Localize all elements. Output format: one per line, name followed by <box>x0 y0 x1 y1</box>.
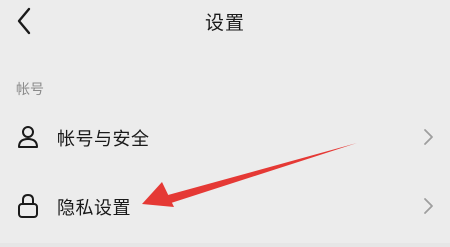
page-title: 设置 <box>204 12 245 34</box>
section-header-account: 帐号 <box>16 82 44 98</box>
settings-item-account-security[interactable]: 帐号与安全 <box>0 109 450 165</box>
settings-item-privacy[interactable]: 隐私设置 <box>0 178 450 234</box>
settings-screen: 设置 帐号 帐号与安全 隐私设置 <box>0 0 450 247</box>
settings-item-label: 帐号与安全 <box>57 129 150 150</box>
person-icon <box>18 126 38 148</box>
list-item-partial <box>0 243 450 247</box>
chevron-right-icon <box>424 198 433 214</box>
chevron-right-icon <box>424 129 433 145</box>
lock-icon <box>18 193 38 218</box>
settings-item-label: 隐私设置 <box>57 198 131 219</box>
top-bar: 设置 <box>0 0 450 44</box>
